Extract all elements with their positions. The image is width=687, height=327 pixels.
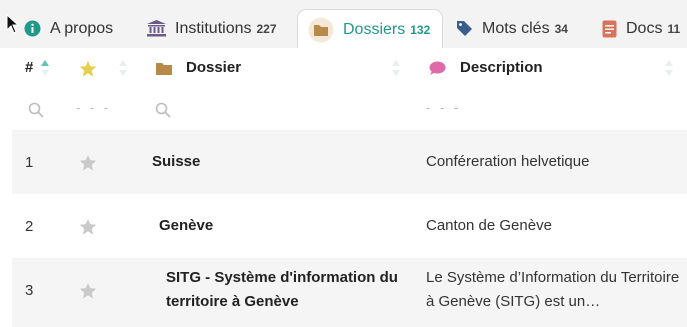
filter-placeholder: - - - <box>426 100 462 115</box>
tab-docs[interactable]: Docs 11 <box>602 9 680 48</box>
row-number: 1 <box>25 153 34 171</box>
search-icon[interactable] <box>155 102 171 118</box>
info-icon <box>24 20 41 37</box>
tab-institutions[interactable]: Institutions 227 <box>147 9 277 48</box>
tab-dossiers[interactable]: Dossiers 132 <box>297 9 444 50</box>
dossier-name[interactable]: SITG - Système d'information du territoi… <box>166 266 411 314</box>
dossier-description: Conféreration helvetique <box>426 153 590 170</box>
tab-mots-cles[interactable]: Mots clés 34 <box>456 9 568 48</box>
dossier-name[interactable]: Genève <box>159 214 213 238</box>
tab-label: Docs <box>626 19 663 37</box>
table-row[interactable]: 2 Genève Canton de Genève <box>12 194 687 258</box>
column-title: Description <box>460 59 543 76</box>
dossier-name[interactable]: Suisse <box>152 150 200 174</box>
column-header-description[interactable]: Description <box>460 59 543 76</box>
tab-count: 34 <box>554 21 568 36</box>
row-number: 2 <box>25 217 34 235</box>
filter-row: - - - - - - <box>12 90 687 130</box>
star-icon[interactable] <box>79 130 97 194</box>
tabs: A propos Institutions 227 Dossiers 132 M… <box>0 9 687 50</box>
table-header: # Dossier Description <box>12 48 687 90</box>
tag-icon <box>456 20 473 37</box>
document-icon <box>602 20 617 38</box>
column-header-number[interactable]: # <box>25 59 33 76</box>
table-row[interactable]: 1 Suisse Conféreration helvetique <box>12 130 687 194</box>
sort-ascending-icon[interactable] <box>40 59 50 77</box>
tab-count: 227 <box>256 21 277 36</box>
favorite-star-icon[interactable] <box>79 60 97 77</box>
sort-icon[interactable] <box>391 59 401 77</box>
tab-label: A propos <box>50 19 114 37</box>
column-title: # <box>25 59 34 76</box>
description-filter-input[interactable]: - - - <box>426 100 461 115</box>
dossiers-table: # Dossier Description - - - - - - 1 Suis… <box>12 48 687 327</box>
star-icon[interactable] <box>79 194 97 258</box>
tab-count: 132 <box>410 23 431 37</box>
sort-icon[interactable] <box>118 59 128 77</box>
star-icon[interactable] <box>79 258 97 322</box>
column-header-dossier[interactable]: Dossier <box>186 59 241 76</box>
folder-icon <box>156 63 172 75</box>
tab-label: Dossiers <box>343 21 406 38</box>
sort-icon[interactable] <box>664 59 674 77</box>
tab-label: Institutions <box>175 19 252 37</box>
tab-label: Mots clés <box>482 19 550 37</box>
institution-icon <box>147 20 166 37</box>
column-title: Dossier <box>186 59 242 76</box>
tab-a-propos[interactable]: A propos <box>24 9 113 48</box>
tab-count: 11 <box>667 21 681 36</box>
speech-bubble-icon <box>429 61 446 75</box>
dossier-description: Canton de Genève <box>426 217 552 234</box>
folder-icon <box>308 17 334 43</box>
row-number: 3 <box>25 281 34 299</box>
table-row[interactable]: 3 SITG - Système d'information du territ… <box>12 258 687 327</box>
search-icon[interactable] <box>28 102 44 118</box>
star-filter-select[interactable]: - - - <box>76 100 111 115</box>
filter-placeholder: - - - <box>76 100 112 115</box>
dossier-description: Le Système d’Information du Territoire à… <box>426 269 680 310</box>
